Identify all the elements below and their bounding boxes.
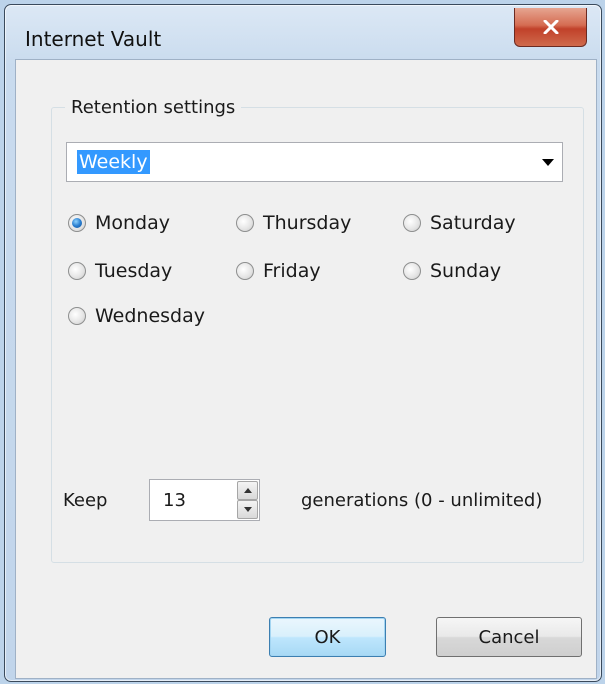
keep-label: Keep xyxy=(63,490,108,511)
spin-buttons xyxy=(237,481,258,519)
retention-group-label: Retention settings xyxy=(65,97,242,118)
radio-monday[interactable]: Monday xyxy=(68,212,170,234)
frequency-selected-value: Weekly xyxy=(77,150,150,174)
spin-down-button[interactable] xyxy=(237,500,258,519)
radio-saturday[interactable]: Saturday xyxy=(403,212,516,234)
radio-label: Sunday xyxy=(430,260,502,282)
window-title: Internet Vault xyxy=(25,27,162,51)
radio-label: Tuesday xyxy=(95,260,173,282)
radio-tuesday[interactable]: Tuesday xyxy=(68,260,172,282)
radio-thursday[interactable]: Thursday xyxy=(236,212,351,234)
radio-unchecked-icon[interactable] xyxy=(68,307,86,325)
radio-label: Wednesday xyxy=(95,305,206,327)
generations-label: generations (0 - unlimited) xyxy=(301,490,543,511)
radio-label: Saturday xyxy=(430,212,516,234)
radio-unchecked-icon[interactable] xyxy=(236,262,254,280)
radio-label: Monday xyxy=(95,212,171,234)
radio-unchecked-icon[interactable] xyxy=(403,262,421,280)
radio-checked-icon[interactable] xyxy=(68,214,86,232)
dropdown-arrow-icon[interactable] xyxy=(542,159,554,166)
radio-friday[interactable]: Friday xyxy=(236,260,321,282)
generations-value[interactable]: 13 xyxy=(163,490,186,511)
arrow-up-icon xyxy=(243,488,252,493)
radio-unchecked-icon[interactable] xyxy=(236,214,254,232)
spin-up-button[interactable] xyxy=(237,481,258,500)
close-button[interactable] xyxy=(514,8,587,47)
radio-label: Thursday xyxy=(263,212,352,234)
radio-unchecked-icon[interactable] xyxy=(403,214,421,232)
dialog-client-area: Retention settings Weekly Monday Thursda… xyxy=(15,59,597,679)
ok-button[interactable]: OK xyxy=(269,617,386,657)
arrow-down-icon xyxy=(243,507,252,512)
frequency-dropdown[interactable]: Weekly xyxy=(66,142,563,182)
generations-spinbox[interactable]: 13 xyxy=(149,479,260,521)
cancel-button[interactable]: Cancel xyxy=(436,617,582,657)
radio-label: Friday xyxy=(263,260,321,282)
close-x-icon xyxy=(543,20,558,34)
radio-sunday[interactable]: Sunday xyxy=(403,260,501,282)
radio-wednesday[interactable]: Wednesday xyxy=(68,305,205,327)
radio-unchecked-icon[interactable] xyxy=(68,262,86,280)
dialog-window: Internet Vault Retention settings Weekly… xyxy=(4,4,602,682)
